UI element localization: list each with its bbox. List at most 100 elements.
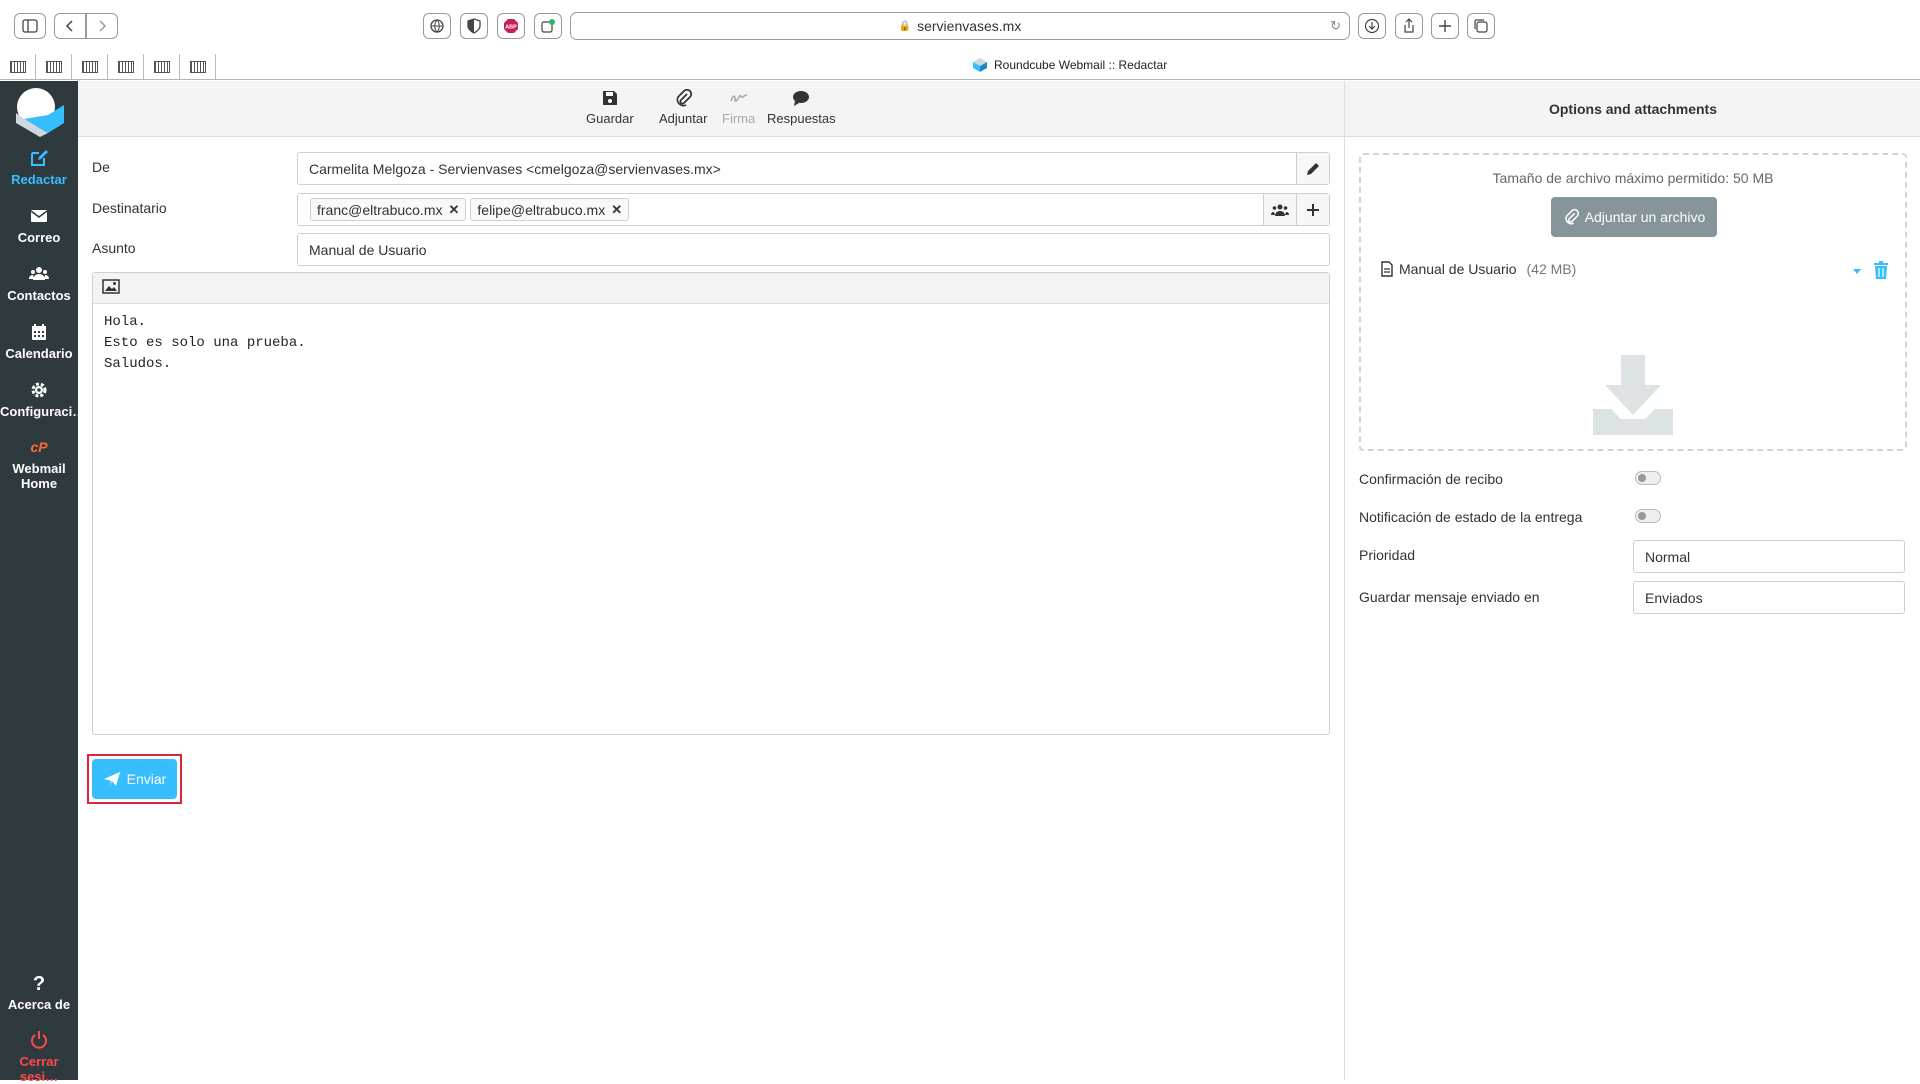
tab-overview-button[interactable] (1467, 13, 1495, 39)
extension-adblock-button[interactable]: ABP (497, 13, 525, 39)
plus-icon (1307, 203, 1319, 216)
message-editor: Hola. Esto es solo una prueba. Saludos. (92, 272, 1330, 735)
compose-icon (31, 150, 48, 166)
sidebar-toggle-button[interactable] (14, 13, 46, 39)
download-drop-icon (1593, 355, 1673, 435)
select-contacts-button[interactable] (1263, 194, 1296, 225)
forward-button[interactable] (86, 13, 118, 39)
downloads-button[interactable] (1358, 13, 1386, 39)
svg-text:?: ? (33, 973, 45, 993)
bookmark-item[interactable] (0, 54, 36, 79)
priority-label: Prioridad (1359, 547, 1416, 563)
store-label: Guardar mensaje enviado en (1359, 589, 1540, 605)
url-text: servienvases.mx (917, 18, 1022, 34)
comment-icon (793, 91, 810, 106)
signature-icon (729, 94, 747, 102)
url-bar[interactable]: 🔒 servienvases.mx ↻ (570, 12, 1350, 40)
gear-icon (31, 382, 47, 398)
nav-calendar[interactable]: Calendario (0, 322, 78, 361)
file-icon (1381, 261, 1393, 277)
recipients-field[interactable]: franc@eltrabuco.mx ✕ felipe@eltrabuco.mx ✕ (297, 193, 1330, 226)
from-field[interactable]: Carmelita Melgoza - Servienvases <cmelgo… (297, 152, 1330, 185)
lock-icon: 🔒 (898, 20, 912, 32)
image-icon[interactable] (102, 279, 120, 294)
subject-input[interactable]: Manual de Usuario (297, 233, 1330, 266)
from-label: De (92, 159, 110, 175)
attach-file-button[interactable]: Adjuntar un archivo (1551, 197, 1717, 237)
dsn-toggle[interactable] (1635, 509, 1661, 523)
trash-icon[interactable] (1873, 261, 1889, 279)
logo-icon (16, 88, 64, 137)
envelope-icon (30, 210, 48, 222)
cpanel-icon: cP (30, 439, 48, 455)
responses-button[interactable]: Respuestas (767, 89, 836, 126)
roundcube-logo[interactable] (12, 85, 66, 139)
editor-toolbar (93, 273, 1329, 304)
receipt-label: Confirmación de recibo (1359, 471, 1503, 487)
message-body[interactable]: Hola. Esto es solo una prueba. Saludos. (93, 304, 1329, 383)
chevron-right-icon (99, 20, 107, 32)
browser-chrome: ABP 🔒 servienvases.mx ↻ Roundcube Webmai… (0, 0, 1920, 80)
bookmark-item[interactable] (180, 54, 216, 79)
subject-label: Asunto (92, 240, 136, 256)
remove-recipient-icon[interactable]: ✕ (448, 202, 459, 218)
share-button[interactable] (1395, 13, 1423, 39)
nav-mail[interactable]: Correo (0, 206, 78, 245)
bookmark-item[interactable] (36, 54, 72, 79)
dsn-label: Notificación de estado de la entrega (1359, 509, 1583, 525)
bookmark-item[interactable] (108, 54, 144, 79)
save-button[interactable]: Guardar (586, 89, 634, 126)
caret-down-icon[interactable] (1852, 267, 1862, 275)
attachment-dropzone[interactable]: Tamaño de archivo máximo permitido: 50 M… (1359, 153, 1907, 451)
question-icon: ? (33, 973, 45, 993)
bookmark-item[interactable] (72, 54, 108, 79)
extension-puzzle-icon (541, 19, 555, 33)
bookmark-icon (81, 60, 98, 73)
plus-icon (1439, 20, 1451, 32)
priority-select[interactable]: Normal (1633, 540, 1905, 573)
nav-logout[interactable]: Cerrar sesi… (0, 1030, 78, 1084)
store-folder-select[interactable]: Enviados (1633, 581, 1905, 614)
attachment-item[interactable]: Manual de Usuario (42 MB) (1381, 261, 1576, 277)
nav-contacts[interactable]: Contactos (0, 264, 78, 303)
users-icon (29, 267, 49, 280)
paper-plane-icon (103, 772, 120, 786)
nav-settings[interactable]: Configuraci… (0, 380, 85, 419)
tab-title[interactable]: Roundcube Webmail :: Redactar (972, 57, 1167, 73)
remove-recipient-icon[interactable]: ✕ (611, 202, 622, 218)
receipt-toggle[interactable] (1635, 471, 1661, 485)
nav-about[interactable]: ? Acerca de (0, 973, 78, 1012)
calendar-icon (32, 324, 46, 340)
to-label: Destinatario (92, 200, 167, 216)
back-button[interactable] (54, 13, 86, 39)
nav-webmail-home[interactable]: cP Webmail Home (0, 437, 78, 491)
bookmark-icon (45, 60, 62, 73)
reload-icon[interactable]: ↻ (1330, 18, 1341, 34)
download-icon (1364, 18, 1380, 34)
toggle-knob (1638, 474, 1646, 482)
roundcube-favicon (973, 58, 987, 72)
extension-globe-button[interactable] (423, 13, 451, 39)
shield-icon (467, 18, 481, 34)
signature-button[interactable]: Firma (722, 89, 755, 126)
main-navigation: Redactar Correo Contactos Calendario Con… (0, 81, 85, 1084)
extension-shield-button[interactable] (460, 13, 488, 39)
sidebar-icon (22, 19, 38, 33)
power-icon (31, 1031, 47, 1049)
from-value: Carmelita Melgoza - Servienvases <cmelgo… (309, 160, 721, 177)
bookmark-icon (189, 60, 206, 73)
toggle-knob (1638, 512, 1646, 520)
edit-identity-button[interactable] (1296, 153, 1329, 184)
paperclip-icon (676, 89, 693, 107)
bookmark-icon (153, 60, 170, 73)
bookmark-item[interactable] (144, 54, 180, 79)
extension-tabs-button[interactable] (534, 13, 562, 39)
send-button[interactable]: Enviar (92, 759, 177, 799)
tabs-icon (1474, 19, 1488, 33)
recipient-chip[interactable]: franc@eltrabuco.mx ✕ (310, 198, 467, 221)
attach-button[interactable]: Adjuntar (659, 89, 707, 126)
add-header-button[interactable] (1296, 194, 1329, 225)
nav-compose[interactable]: Redactar (0, 148, 78, 187)
recipient-chip[interactable]: felipe@eltrabuco.mx ✕ (470, 198, 630, 221)
new-tab-button[interactable] (1431, 13, 1459, 39)
